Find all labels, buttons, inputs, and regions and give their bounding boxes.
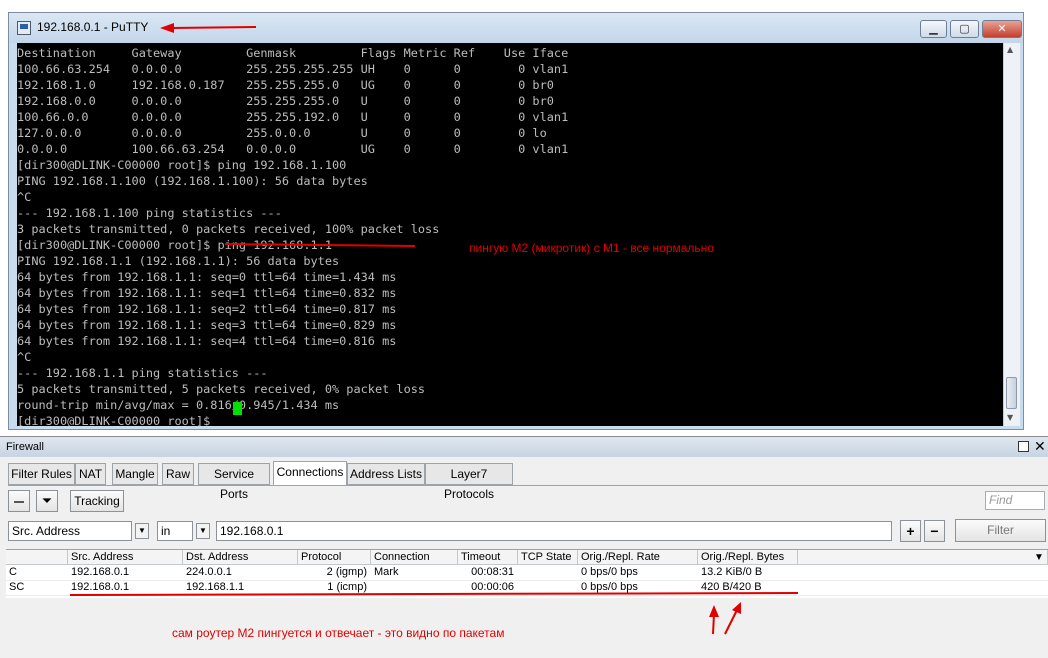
filter-funnel-icon: ⏷ [41, 493, 53, 508]
putty-titlebar[interactable]: 192.168.0.1 - PuTTY ▁ ▢ ✕ [9, 13, 1023, 43]
terminal-area[interactable]: Destination Gateway Genmask Flags Metric… [17, 43, 1003, 426]
scroll-up-icon[interactable]: ▲ [1007, 45, 1013, 54]
tab-divider [8, 485, 1048, 486]
firewall-window-title: Firewall [6, 441, 44, 453]
column-header-tcp-state[interactable]: TCP State [518, 550, 578, 565]
tab-service-ports[interactable]: Service Ports [198, 463, 270, 501]
tab-filter-rules[interactable]: Filter Rules [8, 463, 75, 485]
row-rate: 0 bps/0 bps [581, 581, 638, 593]
row-protocol: 1 (icmp) [327, 581, 367, 593]
column-header-flags[interactable] [6, 550, 68, 565]
row-src-address: 192.168.0.1 [71, 581, 130, 593]
filter-field-select[interactable]: Src. Address [8, 521, 132, 541]
row-dst-address: 224.0.0.1 [186, 566, 232, 578]
column-header-bytes[interactable]: Orig./Repl. Bytes [698, 550, 798, 565]
tab-nat[interactable]: NAT [75, 463, 106, 485]
row-timeout: 00:00:06 [471, 581, 514, 593]
row-connection-mark [371, 580, 458, 595]
row-dst-address: 192.168.1.1 [186, 581, 245, 593]
terminal-output: Destination Gateway Genmask Flags Metric… [17, 46, 569, 426]
tab-connections[interactable]: Connections [273, 461, 347, 486]
remove-button[interactable] [8, 490, 30, 512]
firewall-window: Firewall ✕ Filter Rules NAT Mangle Raw S… [0, 436, 1048, 658]
putty-window-title: 192.168.0.1 - PuTTY [37, 20, 149, 34]
window-maximize-icon[interactable] [1018, 441, 1029, 452]
column-header-dst-address[interactable]: Dst. Address [183, 550, 298, 565]
putty-window: 192.168.0.1 - PuTTY ▁ ▢ ✕ Destination Ga… [8, 12, 1024, 430]
minimize-button[interactable]: ▁ [920, 20, 947, 38]
ping-annotation: пингую М2 (микротик) с М1 - все нормальн… [469, 241, 714, 255]
row-connection-mark [371, 565, 458, 580]
filter-operator-dropdown-icon[interactable]: ▼ [196, 523, 210, 539]
putty-app-icon [17, 21, 31, 35]
row-flags: C [9, 566, 17, 578]
filter-field-dropdown-icon[interactable]: ▼ [135, 523, 149, 539]
table-row[interactable]: C 192.168.0.1 224.0.0.1 2 (igmp) 00:08:3… [6, 565, 1048, 581]
row-bytes: 420 B/420 B [701, 581, 762, 593]
tab-address-lists[interactable]: Address Lists [347, 463, 425, 485]
tracking-button[interactable]: Tracking [70, 490, 124, 512]
terminal-scrollbar[interactable]: ▲ ▼ [1003, 43, 1020, 426]
maximize-button[interactable]: ▢ [950, 20, 979, 38]
column-header-connection-mark[interactable]: Connection Mark [371, 550, 458, 578]
row-tcp-state [518, 580, 578, 595]
row-protocol: 2 (igmp) [326, 566, 367, 578]
column-header-rate[interactable]: Orig./Repl. Rate [578, 550, 698, 565]
terminal-cursor [233, 402, 242, 415]
window-close-icon[interactable]: ✕ [1034, 438, 1046, 454]
apply-filter-button[interactable]: Filter [955, 519, 1046, 542]
table-row[interactable]: SC 192.168.0.1 192.168.1.1 1 (icmp) 00:0… [6, 580, 1048, 596]
row-timeout: 00:08:31 [471, 566, 514, 578]
row-src-address: 192.168.0.1 [71, 566, 130, 578]
reply-annotation: сам роутер М2 пингуется и отвечает - это… [172, 626, 505, 640]
firewall-titlebar[interactable]: Firewall ✕ [0, 437, 1048, 457]
column-header-protocol[interactable]: Protocol [298, 550, 371, 565]
column-header-filler [798, 550, 1048, 565]
row-bytes: 13.2 KiB/0 B [701, 566, 763, 578]
row-rate: 0 bps/0 bps [581, 566, 638, 578]
row-flags: SC [9, 581, 25, 593]
column-header-src-address[interactable]: Src. Address [68, 550, 183, 565]
tab-raw[interactable]: Raw [162, 463, 194, 485]
row-tcp-state [518, 565, 578, 580]
remove-filter-button[interactable]: − [924, 520, 945, 542]
scrollbar-thumb[interactable] [1006, 377, 1017, 409]
column-header-timeout[interactable]: Timeout [458, 550, 518, 565]
connections-table: Src. Address Dst. Address Protocol Conne… [6, 549, 1048, 598]
columns-menu-icon[interactable]: ▼ [1034, 552, 1044, 563]
close-button[interactable]: ✕ [982, 20, 1022, 38]
filter-operator-select[interactable]: in [157, 521, 193, 541]
scroll-down-icon[interactable]: ▼ [1007, 413, 1013, 422]
find-input[interactable]: Find [985, 491, 1045, 510]
filter-value-input[interactable]: 192.168.0.1 [216, 521, 892, 541]
add-filter-button[interactable]: + [900, 520, 921, 542]
tab-mangle[interactable]: Mangle [112, 463, 158, 485]
filter-toggle-button[interactable]: ⏷ [36, 490, 58, 512]
tab-layer7-protocols[interactable]: Layer7 Protocols [425, 463, 513, 501]
